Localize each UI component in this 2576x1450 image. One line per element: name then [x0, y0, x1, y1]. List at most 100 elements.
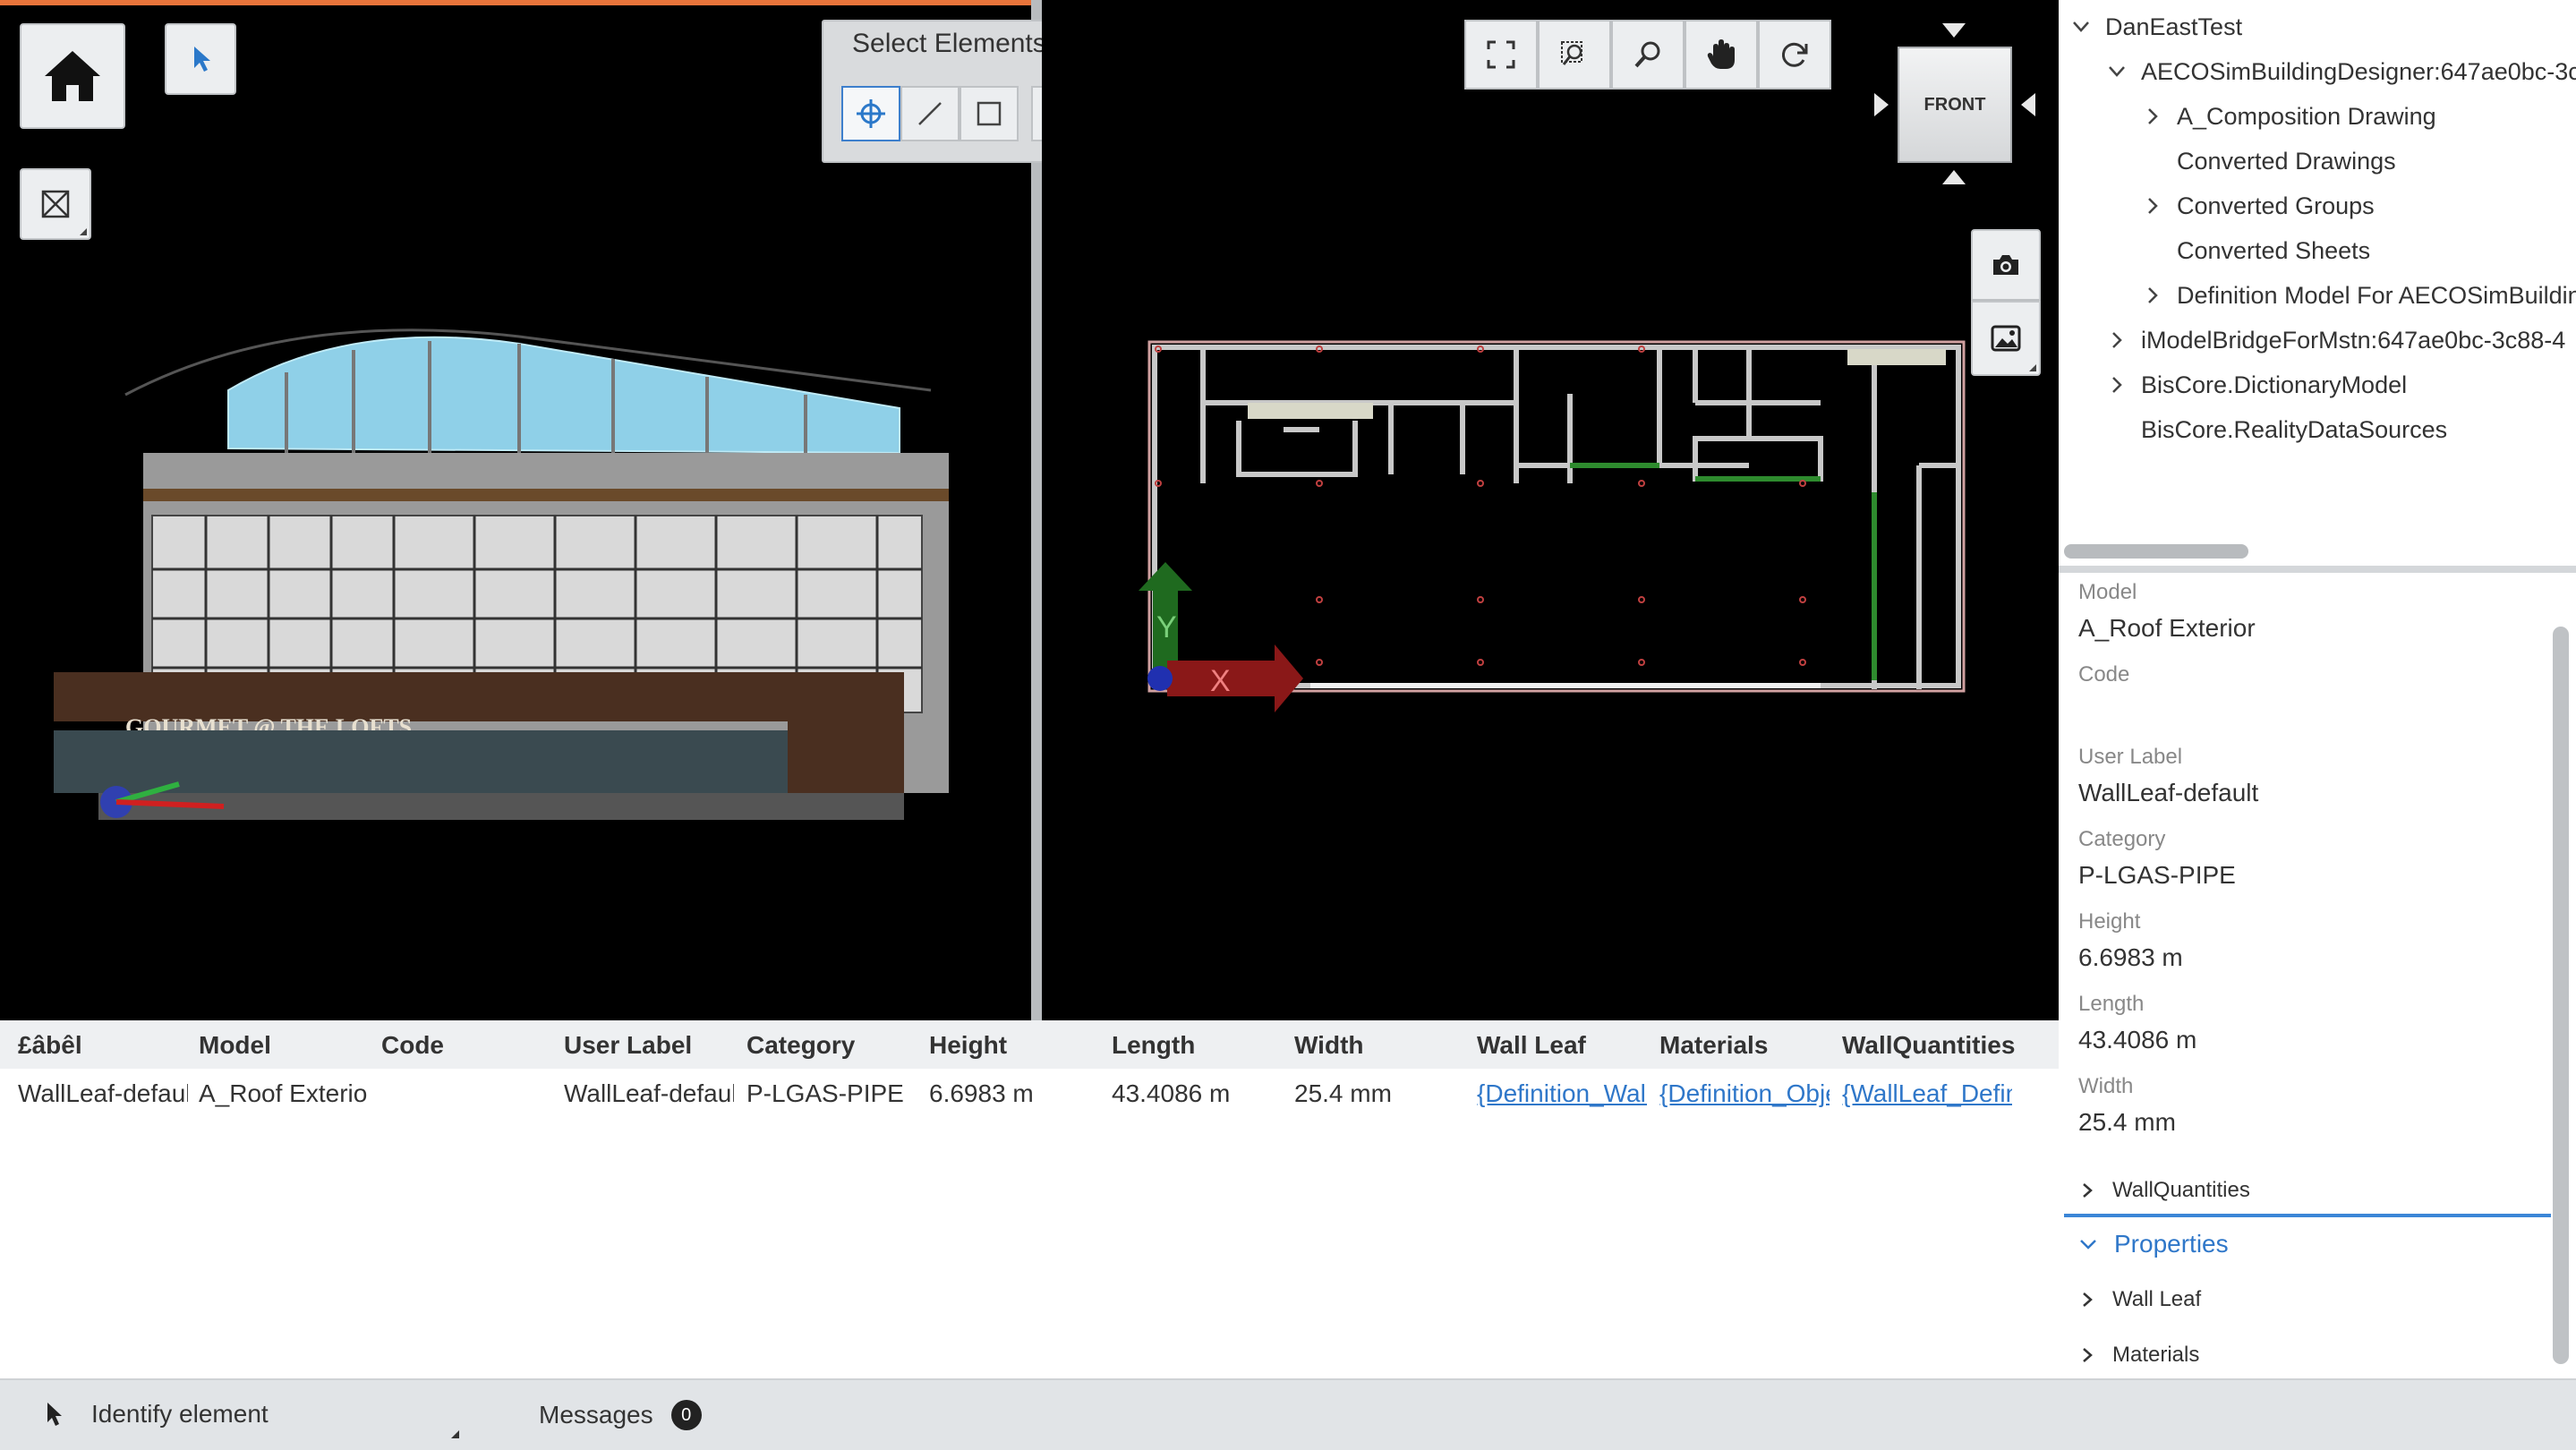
column-header[interactable]: Height — [929, 1031, 1007, 1060]
select-panel-title: Select Elements — [852, 29, 1046, 58]
app-window: GOURMET @ THE LOFTS Select Elements Y X … — [0, 0, 2576, 1450]
property-value: WallLeaf-default — [2078, 779, 2259, 806]
chevron-right-icon[interactable] — [2143, 286, 2162, 305]
tree-item[interactable]: Converted Groups — [2143, 184, 2375, 227]
column-header[interactable]: Code — [381, 1031, 444, 1060]
image-icon — [1991, 325, 2021, 352]
property-value: P-LGAS-PIPE — [2078, 861, 2236, 889]
table-cell: 43.4086 m — [1112, 1079, 1231, 1107]
chevron-down-icon — [2080, 1240, 2096, 1250]
group-wall-quantities[interactable]: WallQuantities — [2078, 1173, 2250, 1208]
column-header[interactable]: Model — [199, 1031, 271, 1060]
message-count-badge: 0 — [670, 1400, 702, 1430]
image-button[interactable] — [1971, 301, 2041, 376]
chevron-right-icon[interactable] — [2107, 375, 2127, 395]
table-header-row: £âbêl Model Code User Label Category Height Le… — [0, 1020, 2059, 1069]
tree-item[interactable]: BisCore.RealityDataSources — [2107, 408, 2447, 451]
chevron-right-icon[interactable] — [2143, 107, 2162, 126]
x-axis-label: X — [1210, 664, 1231, 698]
window-area-icon — [1561, 41, 1582, 65]
group-label: Wall Leaf — [2112, 1287, 2202, 1311]
column-header[interactable]: User Label — [564, 1031, 692, 1060]
column-header[interactable]: Wall Leaf — [1477, 1031, 1586, 1060]
table-cell: A_Roof Exterior — [199, 1079, 369, 1107]
column-header[interactable]: Width — [1294, 1031, 1364, 1060]
group-label: WallQuantities — [2112, 1178, 2250, 1202]
rotate-icon — [1781, 42, 1808, 67]
column-header[interactable]: £âbêl — [18, 1031, 82, 1060]
section-tool-button[interactable] — [20, 168, 91, 240]
tree-item[interactable]: Converted Sheets — [2143, 229, 2370, 272]
property-label: Width — [2078, 1074, 2134, 1098]
tree-item-label: Converted Sheets — [2177, 236, 2371, 264]
properties-section-header[interactable]: Properties — [2078, 1226, 2229, 1262]
property-value: A_Roof Exterior — [2078, 614, 2256, 642]
chevron-right-icon[interactable] — [2143, 196, 2162, 216]
table-cell: WallLeaf-default — [564, 1079, 734, 1107]
tree-item[interactable]: iModelBridgeForMstn:647ae0bc-3c88-4 — [2107, 319, 2565, 362]
table-cell: WallLeaf-default — [18, 1079, 188, 1107]
pan-button[interactable] — [1685, 20, 1758, 90]
box-icon — [977, 101, 1002, 126]
column-header[interactable]: Category — [746, 1031, 855, 1060]
tree-item[interactable]: BisCore.DictionaryModel — [2107, 363, 2407, 406]
property-value: 43.4086 m — [2078, 1026, 2197, 1053]
section-box-icon — [41, 190, 70, 218]
chevron-right-icon[interactable] — [2107, 330, 2127, 350]
tree-item[interactable]: A_Composition Drawing — [2143, 95, 2436, 138]
tree-item[interactable]: AECOSimBuildingDesigner:647ae0bc-3c88-4 — [2107, 50, 2576, 93]
nav-arrow-down[interactable] — [1942, 170, 1966, 184]
select-tool-button[interactable] — [165, 23, 236, 95]
home-button[interactable] — [20, 23, 125, 129]
active-tool-indicator[interactable]: Identify element — [43, 1400, 269, 1429]
messages-label: Messages — [539, 1401, 653, 1429]
zoom-button[interactable] — [1611, 20, 1685, 90]
group-materials[interactable]: Materials — [2078, 1337, 2199, 1373]
pick-select-button[interactable] — [841, 86, 900, 141]
column-header[interactable]: Length — [1112, 1031, 1195, 1060]
tree-item[interactable]: DanEastTest — [2071, 5, 2242, 48]
tree-item-label: DanEastTest — [2105, 13, 2243, 40]
camera-icon — [1993, 255, 2018, 275]
column-header[interactable]: WallQuantities — [1842, 1031, 2015, 1060]
tree-item-label: BisCore.RealityDataSources — [2141, 415, 2448, 443]
table-cell-link[interactable]: {WallLeaf_Definition} — [1842, 1079, 2012, 1108]
messages-indicator[interactable]: Messages 0 — [539, 1400, 702, 1430]
window-area-button[interactable] — [1538, 20, 1611, 90]
section-divider — [2064, 1214, 2551, 1217]
chevron-down-icon[interactable] — [2071, 17, 2091, 37]
y-axis-label: Y — [1156, 610, 1177, 644]
group-wall-leaf[interactable]: Wall Leaf — [2078, 1282, 2201, 1318]
tree-item[interactable]: Definition Model For AECOSimBuildingDesi… — [2143, 274, 2576, 317]
nav-arrow-right[interactable] — [2021, 93, 2035, 116]
cursor-icon — [194, 47, 210, 72]
properties-scrollbar[interactable] — [2553, 627, 2569, 1364]
table-cell-link[interactable]: {Definition_Object} — [1659, 1079, 1830, 1108]
column-header[interactable]: Materials — [1659, 1031, 1768, 1060]
property-table: £âbêl Model Code User Label Category Height Le… — [0, 1020, 2059, 1378]
rotate-button[interactable] — [1758, 20, 1831, 90]
chevron-right-icon — [2083, 1348, 2093, 1362]
property-label: Length — [2078, 992, 2145, 1016]
axis-triad-2d: Y X — [1139, 562, 1303, 712]
line-select-button[interactable] — [900, 86, 960, 141]
active-tool-label: Identify element — [91, 1400, 269, 1428]
nav-arrow-left[interactable] — [1874, 93, 1889, 116]
fit-view-button[interactable] — [1464, 20, 1538, 90]
tree-item[interactable]: Converted Drawings — [2143, 140, 2396, 183]
box-select-button[interactable] — [960, 86, 1019, 141]
cursor-icon — [47, 1403, 62, 1426]
chevron-right-icon — [2083, 1292, 2093, 1307]
line-icon — [918, 102, 942, 125]
navigation-cube[interactable]: FRONT — [1898, 47, 2012, 163]
model-tree: DanEastTest AECOSimBuildingDesigner:647ae… — [2059, 0, 2576, 566]
tree-horizontal-scrollbar[interactable] — [2064, 544, 2248, 559]
view-toolbar — [1464, 20, 1831, 90]
camera-button[interactable] — [1971, 229, 2041, 301]
chevron-down-icon[interactable] — [2107, 62, 2127, 81]
table-cell-link[interactable]: {Definition_WallLeaf} — [1477, 1079, 1647, 1108]
chevron-right-icon — [2083, 1183, 2093, 1198]
nav-arrow-up[interactable] — [1942, 23, 1966, 38]
panel-splitter[interactable] — [2059, 566, 2576, 573]
